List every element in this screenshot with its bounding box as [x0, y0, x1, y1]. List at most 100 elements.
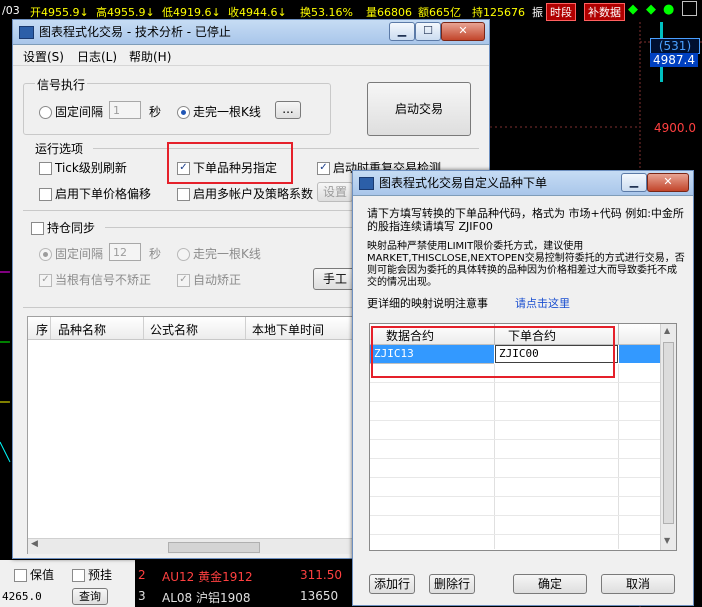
- price-offset-label: 启用下单价格偏移: [55, 187, 152, 201]
- quote-row-price: 13650: [300, 589, 339, 603]
- multi-account-settings-button[interactable]: 设置: [317, 182, 353, 202]
- open-interest: 持125676: [472, 6, 525, 19]
- signal-interval-input[interactable]: 1: [109, 101, 141, 119]
- sync-sec-label: 秒: [149, 247, 162, 261]
- after-bar-label: 走完一根K线: [193, 105, 261, 119]
- chart-date: /03: [2, 4, 20, 17]
- sync-fixed-interval-radio[interactable]: [39, 247, 52, 261]
- auto-correct-checkbox[interactable]: ✓: [177, 273, 190, 287]
- close-button[interactable]: ✕: [441, 22, 485, 41]
- run-options-title: 运行选项: [35, 142, 84, 156]
- scroll-up-icon[interactable]: ▲: [664, 326, 670, 335]
- dialog-close-button[interactable]: ✕: [647, 173, 689, 192]
- dialog-app-icon: [359, 177, 374, 190]
- sync-fixed-interval-label: 固定间隔: [55, 247, 104, 261]
- start-trading-button[interactable]: 启动交易: [367, 82, 471, 136]
- price-axis-label: 4900.0: [654, 121, 696, 135]
- highlight-box: [167, 142, 293, 184]
- status-dot-icon: ●: [663, 2, 675, 17]
- volume: 量66806: [366, 6, 412, 19]
- count-label: (531): [650, 38, 700, 54]
- quote-row-no: 2: [138, 568, 146, 582]
- close-price: 收4944.6↓: [228, 6, 287, 19]
- auto-correct-label: 自动矫正: [193, 273, 242, 287]
- open-price: 开4955.9↓: [30, 6, 89, 19]
- sync-after-bar-radio[interactable]: [177, 247, 190, 261]
- cancel-button[interactable]: 取消: [601, 574, 675, 594]
- baozhi-label: 保值: [30, 568, 55, 582]
- amount: 额665亿: [418, 6, 461, 19]
- tick-refresh-checkbox[interactable]: [39, 161, 52, 175]
- position-sync-label: 持仓同步: [47, 221, 96, 235]
- price-offset-checkbox[interactable]: [39, 187, 52, 201]
- tick-refresh-label: Tick级别刷新: [55, 161, 127, 175]
- bottom-order-panel: 保值 预挂 4265.0 查询: [0, 560, 135, 607]
- add-row-button[interactable]: 添加行: [369, 574, 415, 594]
- fixed-interval-radio[interactable]: [39, 105, 52, 119]
- quote-row-no: 3: [138, 589, 146, 603]
- multi-account-checkbox[interactable]: [177, 187, 190, 201]
- dialog-titlebar[interactable]: 图表程式化交易自定义品种下单 ▁ ✕: [353, 171, 693, 196]
- position-sync-checkbox[interactable]: [31, 221, 44, 235]
- low-price: 低4919.6↓: [162, 6, 221, 19]
- menu-log[interactable]: 日志(L): [77, 48, 117, 65]
- amplitude: 振: [532, 6, 543, 19]
- yushe-checkbox-wrap[interactable]: [72, 568, 85, 582]
- signal-group-title: 信号执行: [35, 76, 88, 93]
- col-seq[interactable]: 序: [36, 321, 48, 338]
- scroll-left-icon[interactable]: ◀: [31, 539, 38, 549]
- col-order-time[interactable]: 本地下单时间: [252, 321, 324, 338]
- change-rate: 换53.16%: [300, 6, 353, 19]
- menu-help[interactable]: 帮助(H): [129, 48, 171, 65]
- supplement-data-button[interactable]: 补数据: [584, 3, 625, 21]
- grid-vscrollbar[interactable]: ▲ ▼: [660, 324, 676, 550]
- detail-link[interactable]: 请点击这里: [515, 295, 570, 311]
- quote-row-name[interactable]: AU12 黄金1912: [162, 568, 253, 585]
- startup-check-checkbox[interactable]: ✓: [317, 161, 330, 175]
- mapping-highlight-box: [371, 326, 615, 378]
- quote-row-name[interactable]: AL08 沪铝1908: [162, 589, 251, 606]
- sync-interval-input[interactable]: 12: [109, 243, 141, 261]
- sync-after-bar-label: 走完一根K线: [193, 247, 261, 261]
- window-box-icon[interactable]: [682, 1, 697, 16]
- no-correct-label: 当根有信号不矫正: [55, 273, 152, 287]
- minimize-button[interactable]: ▁: [389, 22, 415, 41]
- high-price: 高4955.9↓: [96, 6, 155, 19]
- time-segment-button[interactable]: 时段: [546, 3, 576, 21]
- quote-row-price: 311.50: [300, 568, 342, 582]
- quote-list: 2 AU12 黄金1912 311.50 3 AL08 沪铝1908 13650: [135, 563, 350, 607]
- grid-lines: [370, 364, 660, 549]
- custom-instrument-dialog: 图表程式化交易自定义品种下单 ▁ ✕ 请下方填写转换的下单品种代码，格式为 市场…: [352, 170, 694, 606]
- multi-account-label: 启用多帐户及策略系数: [193, 187, 314, 201]
- delete-row-button[interactable]: 删除行: [429, 574, 475, 594]
- no-correct-checkbox[interactable]: ✓: [39, 273, 52, 287]
- col-formula[interactable]: 公式名称: [150, 321, 198, 338]
- scroll-thumb[interactable]: [168, 542, 260, 553]
- status-diamond-icon: ◆: [646, 2, 656, 17]
- dialog-title: 图表程式化交易自定义品种下单: [379, 176, 548, 190]
- status-diamond-icon: ◆: [628, 2, 638, 17]
- main-window-title: 图表程式化交易 - 技术分析 - 已停止: [39, 25, 231, 39]
- after-bar-radio[interactable]: [177, 105, 190, 119]
- main-menubar: 设置(S) 日志(L) 帮助(H): [13, 45, 489, 66]
- yushe-label: 预挂: [88, 568, 113, 582]
- bar-settings-button[interactable]: ...: [275, 101, 301, 119]
- order-price: 4265.0: [2, 590, 42, 603]
- sec-label: 秒: [149, 105, 162, 119]
- main-titlebar[interactable]: 图表程式化交易 - 技术分析 - 已停止 ▁ ☐ ✕: [13, 20, 489, 45]
- manual-sync-button[interactable]: 手工: [313, 268, 357, 290]
- maximize-button[interactable]: ☐: [415, 22, 441, 41]
- baozhi-checkbox-wrap[interactable]: [14, 568, 27, 582]
- grid-scroll-thumb[interactable]: [663, 342, 674, 524]
- grid-row-extra-cell[interactable]: [619, 345, 660, 363]
- ok-button[interactable]: 确定: [513, 574, 587, 594]
- col-instrument[interactable]: 品种名称: [58, 321, 106, 338]
- dialog-minimize-button[interactable]: ▁: [621, 173, 647, 192]
- current-price-label: 4987.4: [650, 53, 698, 67]
- dialog-description-1: 请下方填写转换的下单品种代码，格式为 市场+代码 例如:中金所的股指连续请填写 …: [367, 207, 684, 233]
- scroll-down-icon[interactable]: ▼: [664, 536, 670, 545]
- query-button[interactable]: 查询: [72, 588, 108, 605]
- menu-settings[interactable]: 设置(S): [23, 48, 64, 65]
- detail-note-text: 更详细的映射说明注意事: [367, 297, 488, 310]
- app-icon: [19, 26, 34, 39]
